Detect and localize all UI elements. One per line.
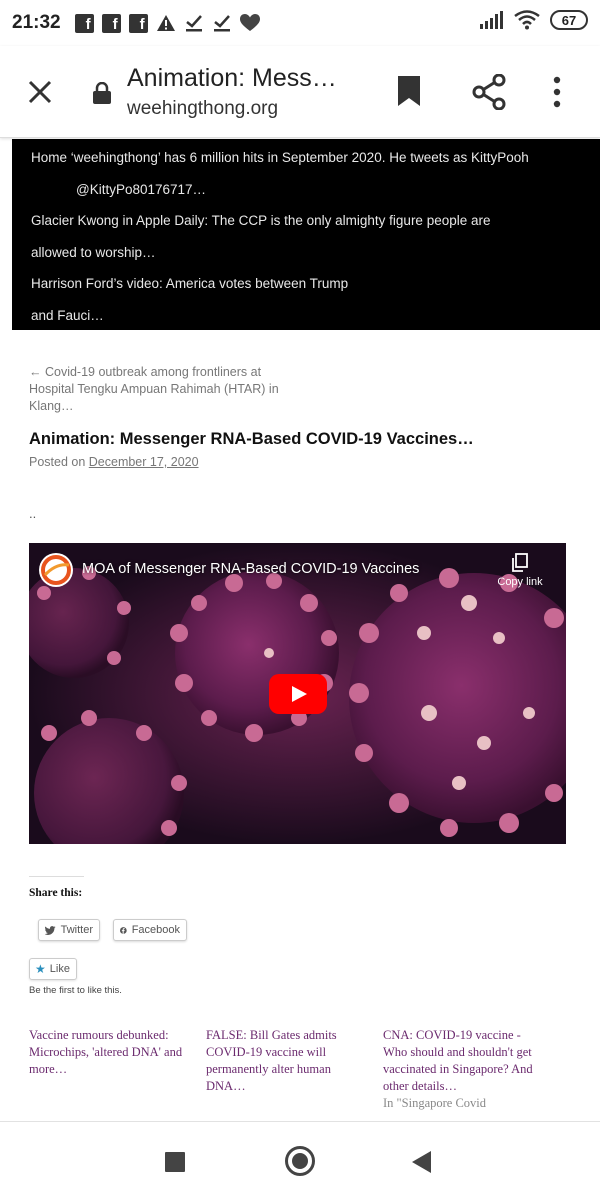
battery-indicator: 67 bbox=[550, 10, 588, 30]
like-label: Like bbox=[49, 963, 70, 975]
wifi-icon bbox=[514, 10, 540, 30]
signal-icon bbox=[480, 11, 503, 29]
posted-on: Posted on December 17, 2020 bbox=[29, 455, 199, 469]
facebook-icon: f bbox=[101, 13, 121, 33]
twitter-share-button[interactable]: Twitter bbox=[38, 919, 100, 941]
check-icon bbox=[185, 15, 202, 32]
home-icon[interactable] bbox=[285, 1146, 315, 1176]
notification-icons: f f f bbox=[74, 13, 260, 33]
posted-label: Posted on bbox=[29, 455, 89, 469]
play-button[interactable] bbox=[269, 674, 327, 714]
battery-level: 67 bbox=[561, 12, 577, 28]
related-post-title[interactable]: FALSE: Bill Gates admits COVID-19 vaccin… bbox=[206, 1028, 337, 1093]
check-icon bbox=[213, 15, 230, 32]
article-title: Animation: Messenger RNA-Based COVID-19 … bbox=[29, 430, 474, 448]
page-domain: weehingthong.org bbox=[127, 98, 279, 119]
related-post[interactable]: FALSE: Bill Gates admits COVID-19 vaccin… bbox=[206, 1027, 366, 1095]
back-icon[interactable] bbox=[412, 1151, 431, 1173]
video-embed[interactable]: MOA of Messenger RNA-Based COVID-19 Vacc… bbox=[29, 543, 566, 844]
facebook-icon: f bbox=[74, 13, 94, 33]
like-button[interactable]: ★ Like bbox=[29, 958, 77, 980]
close-icon[interactable] bbox=[22, 74, 58, 110]
page-title: Animation: Mess… bbox=[127, 64, 337, 92]
facebook-share-button[interactable]: Facebook bbox=[113, 919, 187, 941]
ticker-line[interactable]: Harrison Ford’s video: America votes bet… bbox=[31, 273, 600, 305]
related-post[interactable]: Vaccine rumours debunked: Microchips, 'a… bbox=[29, 1027, 189, 1078]
previous-post-link[interactable]: ← Covid-19 outbreak among frontliners at… bbox=[29, 364, 289, 415]
related-post-context: In "Singapore Covid bbox=[383, 1096, 487, 1110]
more-options-icon[interactable] bbox=[552, 76, 562, 108]
facebook-icon: f bbox=[128, 13, 148, 33]
ticker-line[interactable]: and Fauci… bbox=[31, 305, 600, 337]
copy-icon bbox=[512, 553, 528, 572]
related-post-title[interactable]: CNA: COVID-19 vaccine - Who should and s… bbox=[383, 1027, 543, 1095]
status-bar: 21:32 f f f 67 bbox=[0, 0, 600, 46]
share-icon[interactable] bbox=[472, 74, 506, 110]
facebook-label: Facebook bbox=[131, 924, 180, 936]
ticker-line[interactable]: Home ‘weehingthong’ has 6 million hits i… bbox=[31, 147, 600, 179]
facebook-icon bbox=[120, 926, 127, 934]
ticker-line[interactable]: Glacier Kwong in Apple Daily: The CCP is… bbox=[31, 210, 600, 242]
news-ticker: Home ‘weehingthong’ has 6 million hits i… bbox=[12, 139, 600, 330]
share-heading: Share this: bbox=[29, 887, 83, 899]
related-post-title[interactable]: Vaccine rumours debunked: Microchips, 'a… bbox=[29, 1028, 182, 1076]
browser-toolbar: Animation: Mess… weehingthong.org bbox=[0, 46, 600, 138]
copy-link-button[interactable]: Copy link bbox=[492, 553, 548, 588]
like-note: Be the first to like this. bbox=[29, 985, 122, 996]
post-date-link[interactable]: December 17, 2020 bbox=[89, 455, 199, 469]
twitter-icon bbox=[45, 925, 56, 935]
system-indicators: 67 bbox=[480, 10, 588, 30]
divider bbox=[29, 876, 84, 877]
warning-icon bbox=[156, 15, 175, 31]
lock-icon bbox=[93, 82, 111, 104]
clock: 21:32 bbox=[12, 12, 61, 33]
heart-icon bbox=[239, 14, 260, 31]
channel-logo[interactable] bbox=[39, 553, 73, 587]
copy-link-label: Copy link bbox=[497, 576, 543, 588]
channel-logo-icon bbox=[41, 555, 71, 585]
recent-apps-icon[interactable] bbox=[165, 1152, 185, 1172]
bookmark-icon[interactable] bbox=[396, 74, 422, 108]
related-post[interactable]: CNA: COVID-19 vaccine - Who should and s… bbox=[383, 1027, 543, 1117]
article-body: .. bbox=[29, 506, 37, 521]
ticker-line[interactable]: @KittyPo80176717… bbox=[31, 179, 600, 211]
video-title[interactable]: MOA of Messenger RNA-Based COVID-19 Vacc… bbox=[82, 561, 419, 577]
ticker-line[interactable]: allowed to worship… bbox=[31, 242, 600, 274]
navigation-bar bbox=[0, 1121, 600, 1200]
star-icon: ★ bbox=[35, 962, 46, 976]
twitter-label: Twitter bbox=[60, 924, 93, 936]
